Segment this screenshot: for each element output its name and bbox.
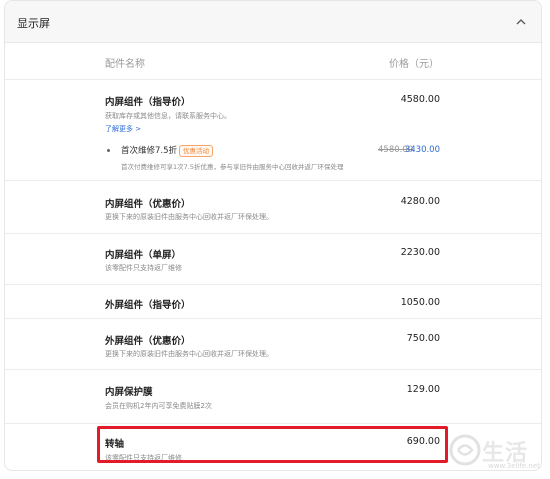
chevron-up-icon[interactable] xyxy=(515,16,527,28)
part-name: 内屏保护膜 xyxy=(105,387,153,398)
part-name: 外屏组件（指导价） xyxy=(105,300,191,311)
table-row: 内屏保护膜 129.00 会员在购机2年内可享免费贴膜2次 xyxy=(5,370,541,424)
table-row: 外屏组件（优惠价） 750.00 更换下来的原装旧件由服务中心回收并返厂环保处理… xyxy=(5,319,541,370)
part-description: 会员在购机2年内可享免费贴膜2次 xyxy=(105,402,212,410)
promo-description: 首次付费维修可享1次7.5折优惠，参与享旧件由服务中心回收并返厂环保处理 xyxy=(121,163,344,171)
bullet-dot xyxy=(107,149,110,152)
highlight-box xyxy=(97,426,448,463)
part-description: 该零配件只支持返厂维修 xyxy=(105,264,182,272)
table-row: 内屏组件（优惠价） 4280.00 更换下来的原装旧件由服务中心回收并返厂环保处… xyxy=(5,181,541,234)
logo-icon xyxy=(449,434,481,466)
part-name: 内屏组件（单屏） xyxy=(105,250,182,261)
watermark-url: www.3elife.net xyxy=(488,462,540,470)
part-price: 4580.00 xyxy=(400,94,440,105)
table-row: 内屏组件（单屏） 2230.00 该零配件只支持返厂维修 xyxy=(5,234,541,285)
table-row: 内屏组件（指导价） 4580.00 获取库存或其他信息，请联系服务中心。 了解更… xyxy=(5,80,541,181)
part-description: 获取库存或其他信息，请联系服务中心。 xyxy=(105,112,231,120)
table-header: 配件名称 价格（元） xyxy=(5,43,541,80)
part-price: 1050.00 xyxy=(400,297,440,308)
promo-badge: 优惠活动 xyxy=(179,145,213,157)
part-price: 750.00 xyxy=(406,333,440,344)
learn-more-link[interactable]: 了解更多 > xyxy=(105,124,141,134)
column-header-price: 价格（元） xyxy=(389,59,439,70)
part-name: 内屏组件（指导价） xyxy=(105,97,191,108)
watermark: 生活 www.3elife.net xyxy=(448,433,544,473)
section-title: 显示屏 xyxy=(17,17,50,30)
part-description: 更换下来的原装旧件由服务中心回收并返厂环保处理。 xyxy=(105,350,273,358)
column-header-name: 配件名称 xyxy=(105,59,145,70)
promo-title: 首次维修7.5折 xyxy=(121,146,178,156)
part-price: 4280.00 xyxy=(400,196,440,207)
section-header[interactable]: 显示屏 xyxy=(5,1,541,43)
part-price: 129.00 xyxy=(406,384,440,395)
part-name: 外屏组件（优惠价） xyxy=(105,336,191,347)
discount-price: 3430.00 xyxy=(404,145,440,155)
display-parts-card: 显示屏 配件名称 价格（元） 内屏组件（指导价） 4580.00 获取库存或其他… xyxy=(4,0,542,471)
part-price: 2230.00 xyxy=(400,247,440,258)
part-description: 更换下来的原装旧件由服务中心回收并返厂环保处理。 xyxy=(105,213,273,221)
table-row: 外屏组件（指导价） 1050.00 xyxy=(5,285,541,319)
part-name: 内屏组件（优惠价） xyxy=(105,199,191,210)
